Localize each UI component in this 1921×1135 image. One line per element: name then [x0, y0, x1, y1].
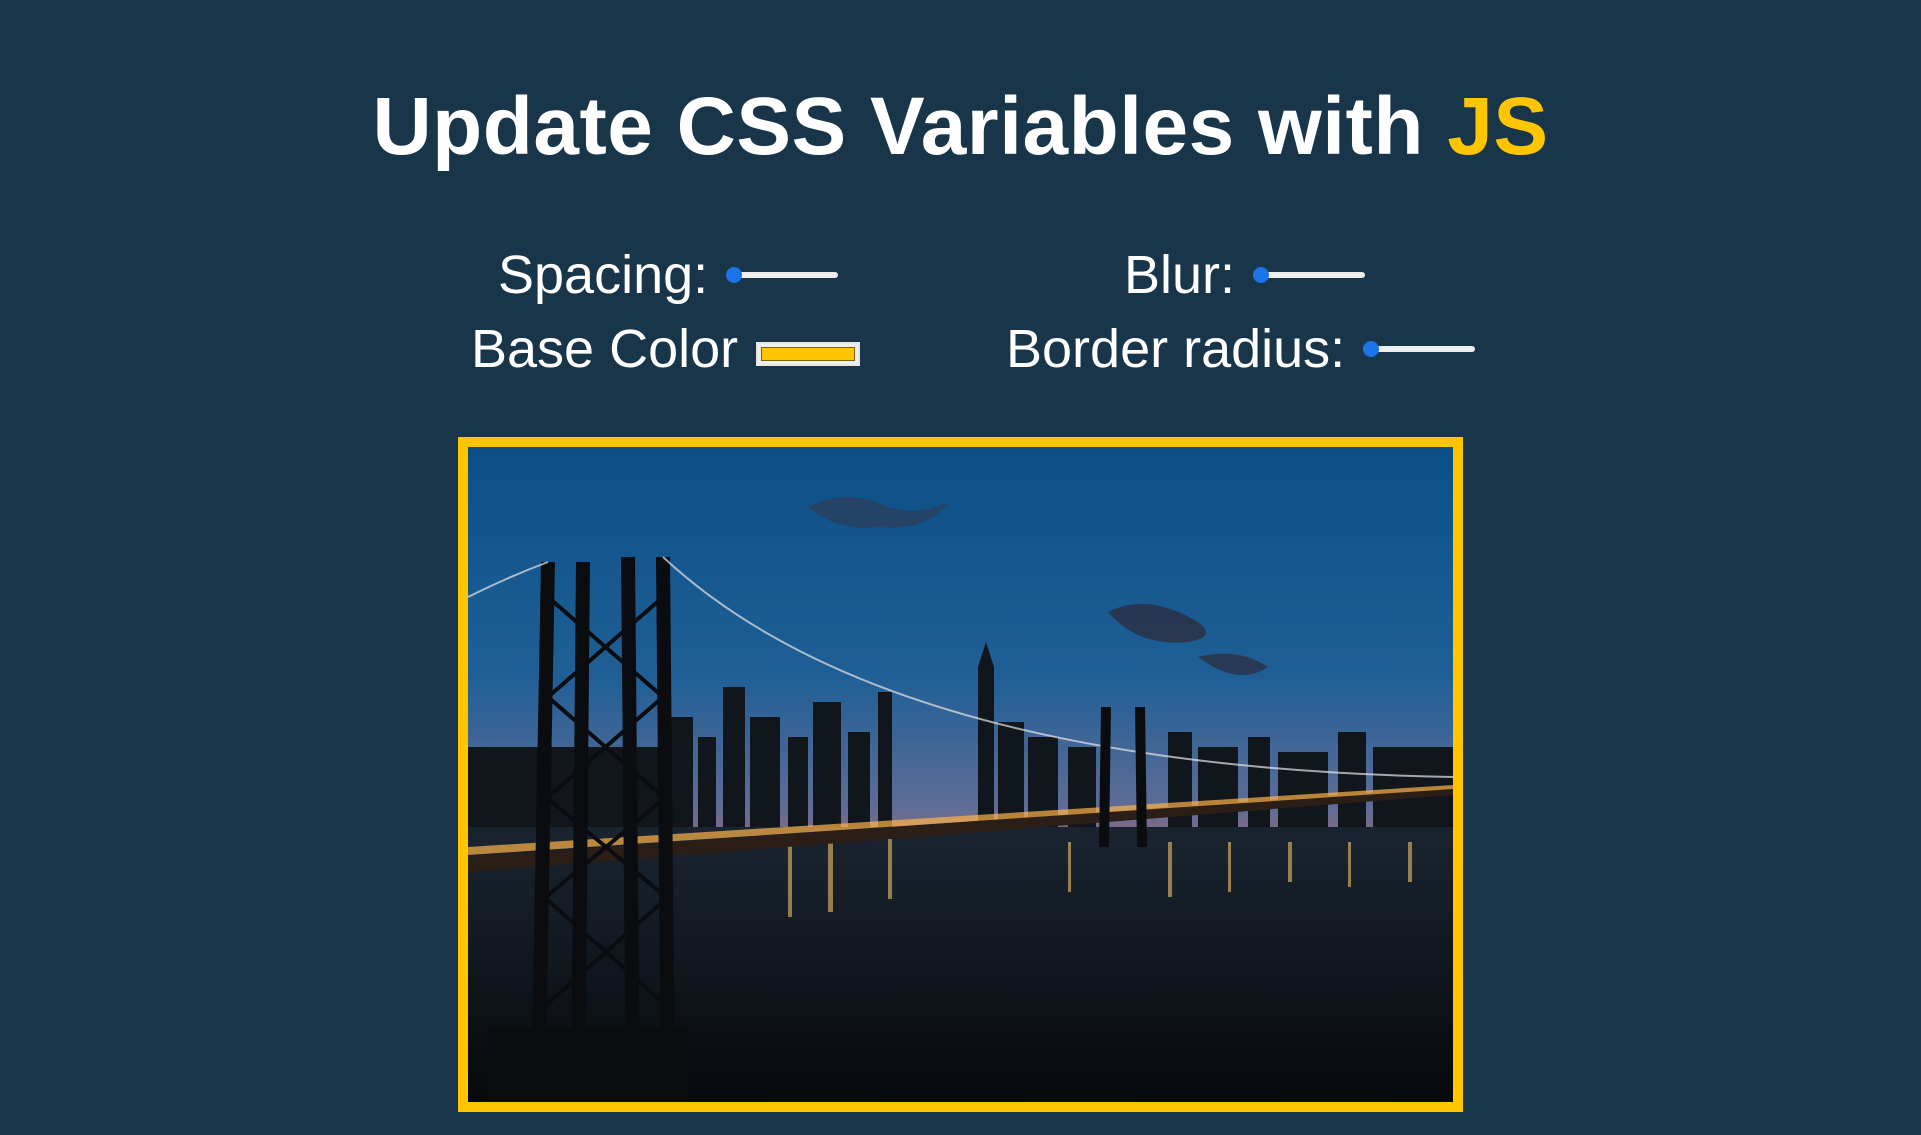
title-text: Update CSS Variables with	[372, 81, 1424, 172]
blur-slider-track	[1253, 272, 1366, 278]
blur-label: Blur:	[1124, 245, 1236, 305]
border-radius-slider[interactable]	[1363, 337, 1476, 361]
blur-slider-thumb[interactable]	[1253, 267, 1270, 283]
bridge-photo-illustration	[468, 447, 1453, 1102]
spacing-control: Spacing:	[498, 244, 839, 306]
spacing-label: Spacing:	[498, 245, 709, 305]
bridge-photo	[468, 447, 1453, 1102]
base-color-swatch	[761, 347, 856, 361]
photo-frame	[458, 437, 1463, 1112]
page-title: Update CSS Variables with JS	[0, 80, 1921, 174]
border-radius-slider-thumb[interactable]	[1363, 341, 1380, 357]
spacing-slider-thumb[interactable]	[726, 267, 743, 283]
base-color-control: Base Color	[471, 318, 861, 380]
border-radius-control: Border radius:	[1006, 318, 1476, 380]
page: Update CSS Variables with JS Spacing: Bl…	[0, 0, 1921, 1135]
border-radius-label: Border radius:	[1006, 319, 1346, 379]
title-highlight: JS	[1447, 81, 1549, 172]
base-color-label: Base Color	[471, 319, 739, 379]
spacing-slider[interactable]	[726, 263, 839, 287]
blur-slider[interactable]	[1253, 263, 1366, 287]
spacing-slider-track	[726, 272, 839, 278]
base-color-picker[interactable]	[756, 342, 861, 366]
blur-control: Blur:	[1124, 244, 1366, 306]
border-radius-slider-track	[1363, 346, 1476, 352]
